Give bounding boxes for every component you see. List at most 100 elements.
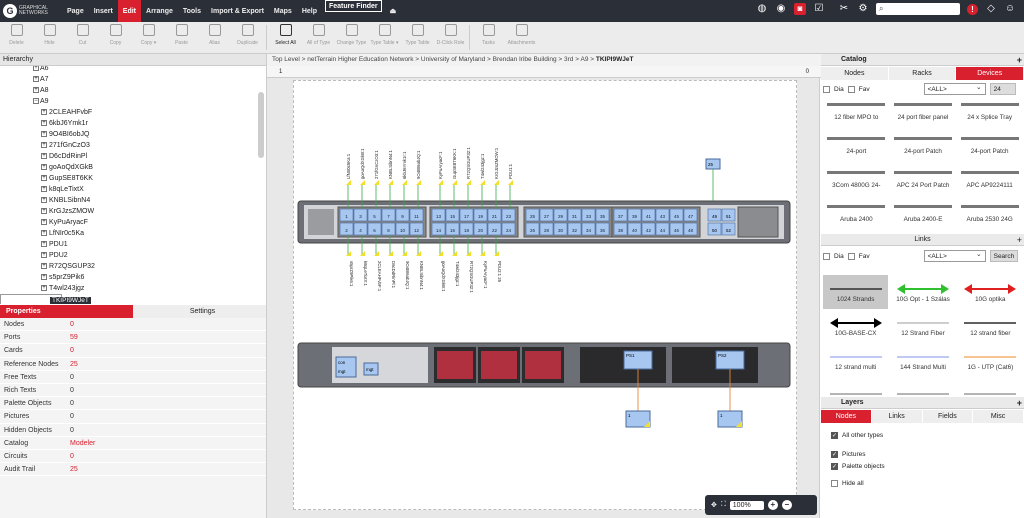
tree-item[interactable]: +271fGnCzO3 <box>0 140 266 151</box>
catalog-item[interactable]: APC 24 Port Patch <box>892 168 955 202</box>
expand-icon[interactable]: + <box>41 241 47 247</box>
menu-edit[interactable]: Edit <box>117 0 142 22</box>
tool-type-table-button[interactable]: Type Table ▾ <box>368 22 401 53</box>
link-type-item[interactable]: 10G-BASE-CX <box>823 309 888 343</box>
catalog-item[interactable]: 24 port fiber panel <box>892 100 955 134</box>
tree-item[interactable]: + KNBLSibnN4 <box>0 195 266 206</box>
tree-item[interactable]: + goAoQdXGkB <box>0 162 266 173</box>
tool-copy-button[interactable]: Copy <box>99 22 132 53</box>
expand-icon[interactable]: + <box>41 120 47 126</box>
expand-icon[interactable]: + <box>1017 54 1022 66</box>
expand-icon[interactable]: + <box>41 230 47 236</box>
layer-item[interactable]: Hide all <box>831 480 864 487</box>
expand-icon[interactable]: + <box>41 208 47 214</box>
zoom-out-button[interactable]: − <box>781 500 792 510</box>
breadcrumb-item[interactable]: netTerrain Higher Education Network <box>307 56 413 63</box>
tree-item[interactable]: + A8 <box>0 85 266 96</box>
expand-icon[interactable]: + <box>41 164 47 170</box>
power-supply[interactable] <box>580 347 666 383</box>
breadcrumb-item[interactable]: 3rd <box>564 56 573 63</box>
zoom-select[interactable]: 100% <box>729 500 764 510</box>
eject-icon[interactable]: ⏏ <box>385 0 402 22</box>
expand-icon[interactable]: + <box>41 219 47 225</box>
tool-d-click-role-button[interactable]: D-Click Role <box>434 22 467 53</box>
tab-properties[interactable]: Properties <box>0 305 133 318</box>
link-type-item[interactable]: 1024 Strands <box>823 275 889 309</box>
layers-tab-links[interactable]: Links <box>871 410 923 423</box>
fit-icon[interactable]: ✥ <box>711 501 717 509</box>
user-icon[interactable]: ☺ <box>1004 3 1016 15</box>
zoom-in-button[interactable]: + <box>767 500 778 510</box>
layers-tab-fields[interactable]: Fields <box>922 410 974 423</box>
breadcrumb-item[interactable]: Top Level <box>272 56 300 63</box>
expand-icon[interactable]: + <box>41 274 47 280</box>
links-filter-select[interactable]: <ALL> <box>923 249 986 262</box>
catalog-item[interactable]: 12 fiber MPO to <box>825 100 888 134</box>
dia-checkbox[interactable] <box>823 85 830 93</box>
expand-icon[interactable]: + <box>33 76 39 82</box>
tool-duplicate-button[interactable]: Duplicate <box>231 22 264 53</box>
gear-icon[interactable]: ⚙ <box>857 3 869 15</box>
tools-icon[interactable]: ✂ <box>838 3 850 15</box>
expand-icon[interactable]: + <box>41 186 47 192</box>
menu-page[interactable]: Page <box>62 0 89 22</box>
tool-all-of-type-button[interactable]: All of Type <box>302 22 335 53</box>
menu-arrange[interactable]: Arrange <box>141 0 178 22</box>
menu-import-export[interactable]: Import & Export <box>206 0 269 22</box>
layer-checkbox[interactable]: ✓ <box>831 463 838 470</box>
tree-item[interactable]: + T4wl243jgz <box>0 283 266 294</box>
settings-dot-icon[interactable]: ◉ <box>775 3 787 15</box>
links-search-button[interactable]: Search <box>989 250 1019 262</box>
tree-item[interactable]: + PDU1 <box>0 239 266 250</box>
tree-item[interactable]: + KrGJzsZMOW <box>0 206 266 217</box>
alert-badge[interactable]: ! <box>967 3 978 15</box>
menu-tools[interactable]: Tools <box>178 0 206 22</box>
link-type-item[interactable]: 1G - UTP (Cat6) <box>958 343 1023 377</box>
catalog-tab-racks[interactable]: Racks <box>888 67 957 80</box>
expand-icon[interactable]: + <box>33 66 39 71</box>
layers-tab-misc[interactable]: Misc <box>973 410 1024 423</box>
layer-item[interactable]: ✓ Palette objects <box>831 463 885 470</box>
feature-finder-button[interactable]: Feature Finder <box>325 0 382 12</box>
link-type-item[interactable]: 12 strand fiber <box>958 309 1023 343</box>
tool-type-table-button[interactable]: Type Table <box>401 22 434 53</box>
tree-item[interactable]: + PDU2 <box>0 250 266 261</box>
catalog-item[interactable]: 3Com 4800G 24- <box>825 168 888 202</box>
layer-checkbox[interactable] <box>831 480 838 487</box>
expand-icon[interactable]: + <box>41 131 47 137</box>
tree-scrollbar[interactable] <box>258 92 264 158</box>
fav-checkbox[interactable] <box>847 85 855 93</box>
tree-item[interactable]: + A6 <box>0 66 266 74</box>
links-expand-icon[interactable]: + <box>1017 234 1022 246</box>
link-type-item[interactable]: 10G optika <box>958 275 1023 309</box>
layer-checkbox[interactable]: ✓ <box>831 451 838 458</box>
menu-insert[interactable]: Insert <box>89 0 118 22</box>
expand-icon[interactable]: + <box>41 197 47 203</box>
diagram-canvas[interactable]: Top Level > netTerrain Higher Education … <box>266 54 821 518</box>
diamond-icon[interactable]: ◇ <box>985 3 997 15</box>
catalog-item[interactable]: 24-port Patch <box>958 134 1021 168</box>
catalog-tab-nodes[interactable]: Nodes <box>821 67 889 80</box>
layers-expand-icon[interactable]: + <box>1017 397 1022 409</box>
tree-item[interactable]: TKIPI9WJeT <box>0 293 91 304</box>
tool-tasks-button[interactable]: Tasks <box>472 22 505 53</box>
tree-item[interactable]: +2CLEAHFvbF <box>0 107 266 118</box>
layer-item[interactable]: ✓ All other types <box>831 432 883 439</box>
tree-item[interactable]: + D6cDdRinPl <box>0 151 266 162</box>
catalog-item[interactable]: 24 x Splice Tray <box>958 100 1021 134</box>
menu-maps[interactable]: Maps <box>269 0 297 22</box>
links-dia-checkbox[interactable] <box>823 252 830 260</box>
fullscreen-icon[interactable]: ⛶ <box>721 501 726 509</box>
tool-paste-button[interactable]: Paste <box>165 22 198 53</box>
tool-delete-button[interactable]: Delete <box>0 22 33 53</box>
layer-item[interactable]: ✓ Pictures <box>831 451 865 458</box>
search-input[interactable]: ⌕ <box>876 3 960 15</box>
catalog-item[interactable]: APC AP9224111 <box>958 168 1021 202</box>
expand-icon[interactable]: + <box>41 285 47 291</box>
tree-item[interactable]: − A9 <box>0 96 266 107</box>
catalog-count-field[interactable]: 24 <box>989 83 1016 95</box>
link-type-item[interactable]: 12 strand multi <box>823 343 888 377</box>
tool-change-type-button[interactable]: Change Type <box>335 22 368 53</box>
tool-alias-button[interactable]: Alias <box>198 22 231 53</box>
catalog-filter-select[interactable]: <ALL> <box>923 82 986 95</box>
